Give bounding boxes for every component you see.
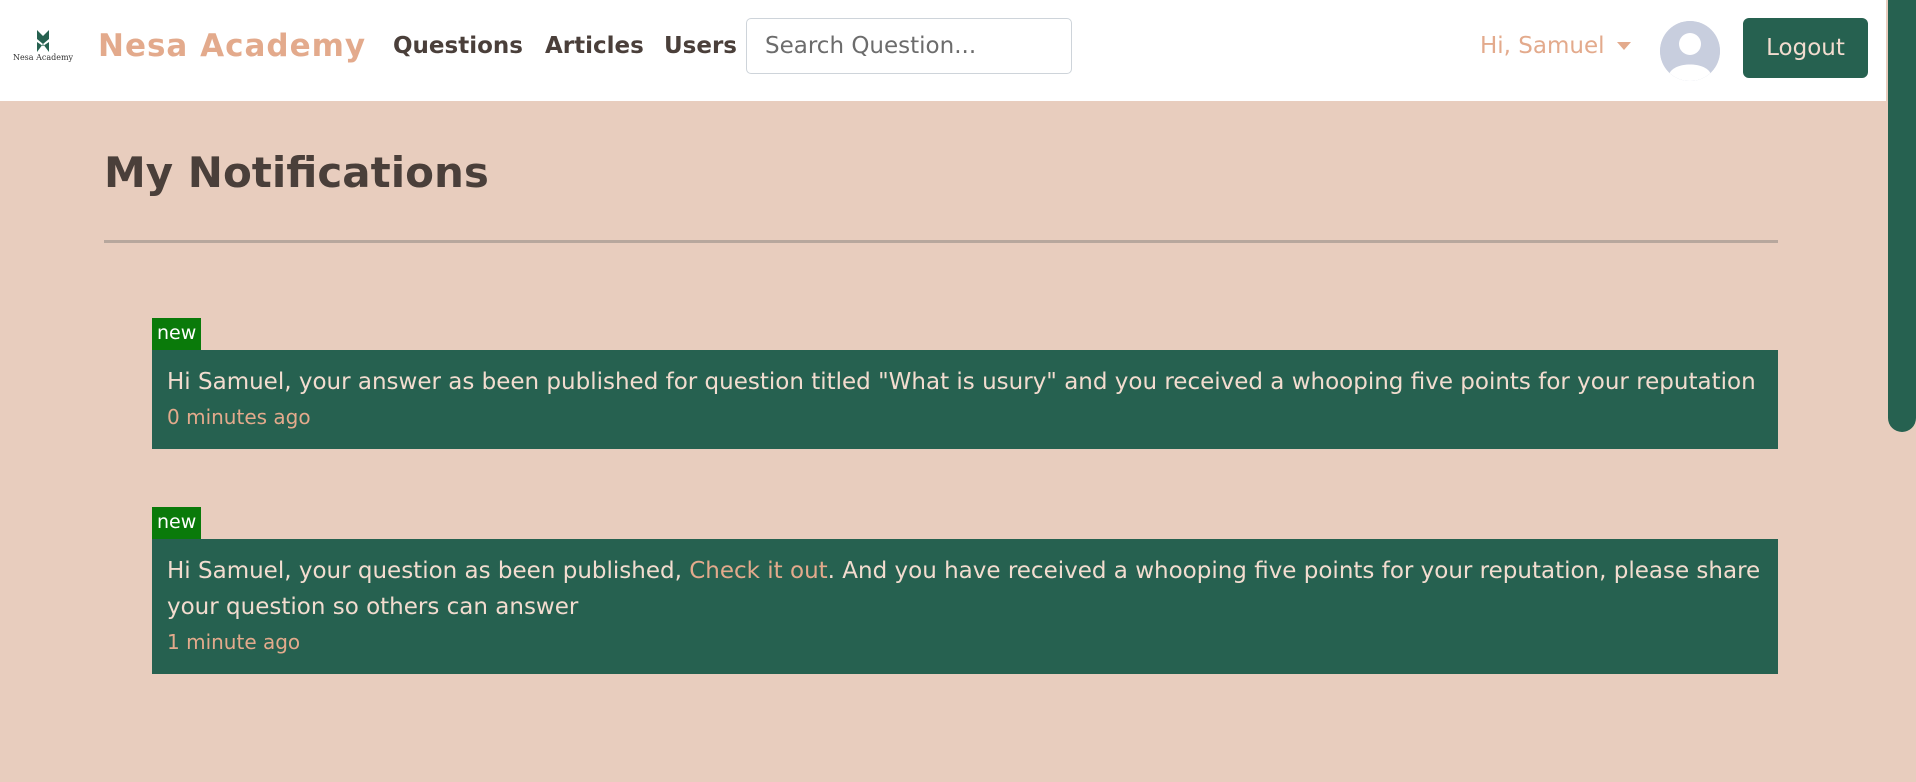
notification-time: 0 minutes ago bbox=[167, 405, 311, 429]
chevron-down-icon bbox=[1616, 42, 1631, 50]
logo-text: Nesa Academy bbox=[12, 53, 74, 62]
notification-body: Hi Samuel, your answer as been published… bbox=[152, 350, 1778, 449]
notification-body: Hi Samuel, your question as been publish… bbox=[152, 539, 1778, 674]
logout-button[interactable]: Logout bbox=[1743, 18, 1868, 78]
notification-item[interactable]: new Hi Samuel, your answer as been publi… bbox=[152, 318, 1778, 449]
divider bbox=[104, 240, 1778, 243]
notification-message: Hi Samuel, your question as been publish… bbox=[167, 553, 1763, 625]
navbar: Nesa Academy Nesa Academy Questions Arti… bbox=[0, 0, 1886, 101]
notification-message-start: Hi Samuel, your question as been publish… bbox=[167, 558, 690, 584]
notification-item[interactable]: new Hi Samuel, your question as been pub… bbox=[152, 507, 1778, 674]
user-greeting: Hi, Samuel bbox=[1480, 33, 1605, 59]
new-badge: new bbox=[152, 318, 202, 350]
user-avatar-icon bbox=[1660, 21, 1720, 81]
nav-link-articles[interactable]: Articles bbox=[545, 33, 644, 59]
site-logo[interactable]: Nesa Academy bbox=[12, 30, 74, 66]
search-input[interactable] bbox=[746, 18, 1072, 74]
notification-message: Hi Samuel, your answer as been published… bbox=[167, 369, 1756, 395]
avatar[interactable] bbox=[1660, 21, 1720, 81]
page-title: My Notifications bbox=[104, 148, 489, 197]
nav-link-users[interactable]: Users bbox=[664, 33, 737, 59]
scrollbar-thumb[interactable] bbox=[1888, 0, 1916, 432]
new-badge: new bbox=[152, 507, 202, 539]
brand-name[interactable]: Nesa Academy bbox=[98, 28, 366, 64]
nav-link-questions[interactable]: Questions bbox=[393, 33, 523, 59]
logo-icon bbox=[37, 30, 49, 52]
check-it-out-link[interactable]: Check it out bbox=[689, 558, 827, 584]
notification-time: 1 minute ago bbox=[167, 630, 301, 654]
user-menu-dropdown[interactable]: Hi, Samuel bbox=[1480, 33, 1631, 59]
